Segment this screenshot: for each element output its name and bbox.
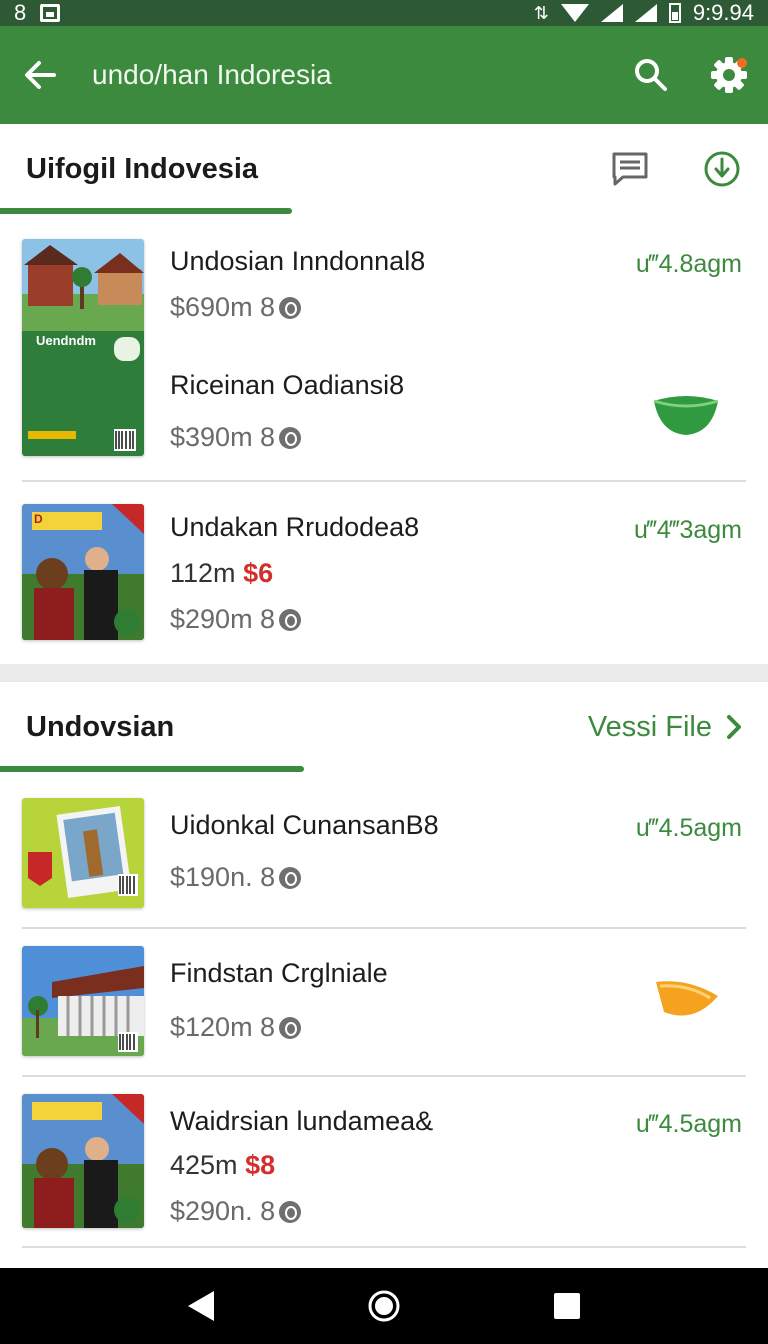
product-weight: u‴4‴3agm xyxy=(633,516,742,544)
thumb-label: Uendndm xyxy=(36,333,96,348)
list-section-2: Uidonkal CunansanB8 $190n. 8 u‴4.5agm Fi… xyxy=(0,772,768,1268)
section-gap xyxy=(0,664,768,682)
signal-icon xyxy=(600,4,623,22)
nav-back-icon[interactable] xyxy=(186,1289,216,1323)
price-text: $190n. 8 xyxy=(170,862,276,892)
app-bar-title: undo/han Indoresia xyxy=(92,59,332,90)
quantity-price: $8 xyxy=(245,1150,276,1180)
list-item[interactable]: Uendndm Undosian Inndonnal8 $690m 8 u‴4.… xyxy=(0,214,768,476)
system-nav-bar xyxy=(0,1268,768,1344)
settings-icon xyxy=(711,57,747,93)
product-name: Findstan Crglniale xyxy=(170,958,388,988)
list-section-1: Uendndm Undosian Inndonnal8 $690m 8 u‴4.… xyxy=(0,214,768,664)
chat-button[interactable] xyxy=(584,151,676,187)
search-button[interactable] xyxy=(612,58,690,92)
coin-icon xyxy=(279,296,302,319)
product-quantity: 112m $6 xyxy=(170,558,273,589)
price-text: $120m 8 xyxy=(170,1012,276,1042)
product-name: Undosian Inndonnal8 xyxy=(170,246,426,276)
app-bar: undo/han Indoresia xyxy=(0,26,768,124)
settings-button[interactable] xyxy=(690,55,768,95)
coin-icon xyxy=(279,1016,302,1039)
divider xyxy=(22,1075,746,1077)
product-thumbnail xyxy=(22,1094,144,1228)
divider xyxy=(22,927,746,929)
product-name: Waidrsian lundamea& xyxy=(170,1106,434,1136)
section-title: Uifogil Indovesia xyxy=(26,152,259,185)
list-item[interactable]: D Undakan Rrudodea8 112m $6 $290m 8 u‴4‴… xyxy=(0,484,768,664)
signal-strength-icon xyxy=(634,4,657,22)
coin-icon xyxy=(279,426,302,449)
divider xyxy=(22,480,746,482)
product-weight: u‴4.5agm xyxy=(635,1110,742,1138)
product-price: $120m 8 xyxy=(170,1012,302,1043)
back-button[interactable] xyxy=(0,60,80,90)
price-text: $290n. 8 xyxy=(170,1196,276,1226)
nav-home-icon[interactable] xyxy=(367,1289,401,1323)
product-weight: u‴4.8agm xyxy=(635,250,742,278)
product-name: Undakan Rrudodea8 xyxy=(170,512,420,542)
product-price: $290n. 8 xyxy=(170,1196,302,1227)
product-thumbnail: D xyxy=(22,504,144,640)
chevron-right-icon xyxy=(727,715,741,739)
product-price: $690m 8 xyxy=(170,292,302,323)
status-time: 9:9.94 xyxy=(692,0,754,25)
bowl-icon xyxy=(653,396,719,435)
price-text: $290m 8 xyxy=(170,604,276,634)
quantity-text: 425m xyxy=(170,1150,238,1180)
data-signal-icon: ⇅ xyxy=(533,2,549,23)
thumb-label: D xyxy=(34,512,43,526)
search-icon xyxy=(635,59,667,91)
wifi-icon xyxy=(560,4,589,22)
product-thumbnail xyxy=(22,946,144,1056)
list-item[interactable]: Uidonkal CunansanB8 $190n. 8 u‴4.5agm xyxy=(0,772,768,927)
section-title: Undovsian xyxy=(26,710,175,743)
quantity-price: $6 xyxy=(243,558,274,588)
back-arrow-icon xyxy=(25,61,56,89)
product-price: $290m 8 xyxy=(170,604,302,635)
orange-slice-icon xyxy=(656,981,718,1016)
chat-icon xyxy=(612,152,648,186)
product-thumbnail: Uendndm xyxy=(22,239,144,456)
coin-icon xyxy=(279,866,302,889)
battery-icon xyxy=(668,3,681,23)
product-thumbnail xyxy=(22,798,144,908)
view-file-link[interactable]: Vessi File xyxy=(588,711,768,744)
divider xyxy=(22,1246,746,1248)
view-file-label: Vessi File xyxy=(587,710,712,743)
product-quantity: 425m $8 xyxy=(170,1150,275,1181)
section-header-1: Uifogil Indovesia xyxy=(0,124,768,214)
price-text: $690m 8 xyxy=(170,292,276,322)
list-item[interactable]: Waidrsian lundamea& 425m $8 $290n. 8 u‴4… xyxy=(0,1078,768,1248)
product-name: Riceinan Oadiansi8 xyxy=(170,370,405,400)
product-weight: u‴4.5agm xyxy=(635,814,742,842)
price-text: $390m 8 xyxy=(170,422,276,452)
product-price: $390m 8 xyxy=(170,422,302,453)
status-bar: 8 ⇅ 9:9.94 xyxy=(0,0,768,26)
download-button[interactable] xyxy=(676,150,768,188)
status-left-text: 8 xyxy=(14,0,27,25)
product-name: Uidonkal CunansanB8 xyxy=(170,810,439,840)
product-price: $190n. 8 xyxy=(170,862,302,893)
notification-icon xyxy=(40,4,61,22)
list-item[interactable]: Findstan Crglniale $120m 8 xyxy=(0,930,768,1075)
coin-icon xyxy=(279,608,302,631)
section-header-2: Undovsian Vessi File xyxy=(0,682,768,772)
nav-recents-icon[interactable] xyxy=(552,1291,582,1321)
quantity-text: 112m xyxy=(170,558,236,588)
download-icon xyxy=(704,151,740,187)
coin-icon xyxy=(279,1200,302,1223)
